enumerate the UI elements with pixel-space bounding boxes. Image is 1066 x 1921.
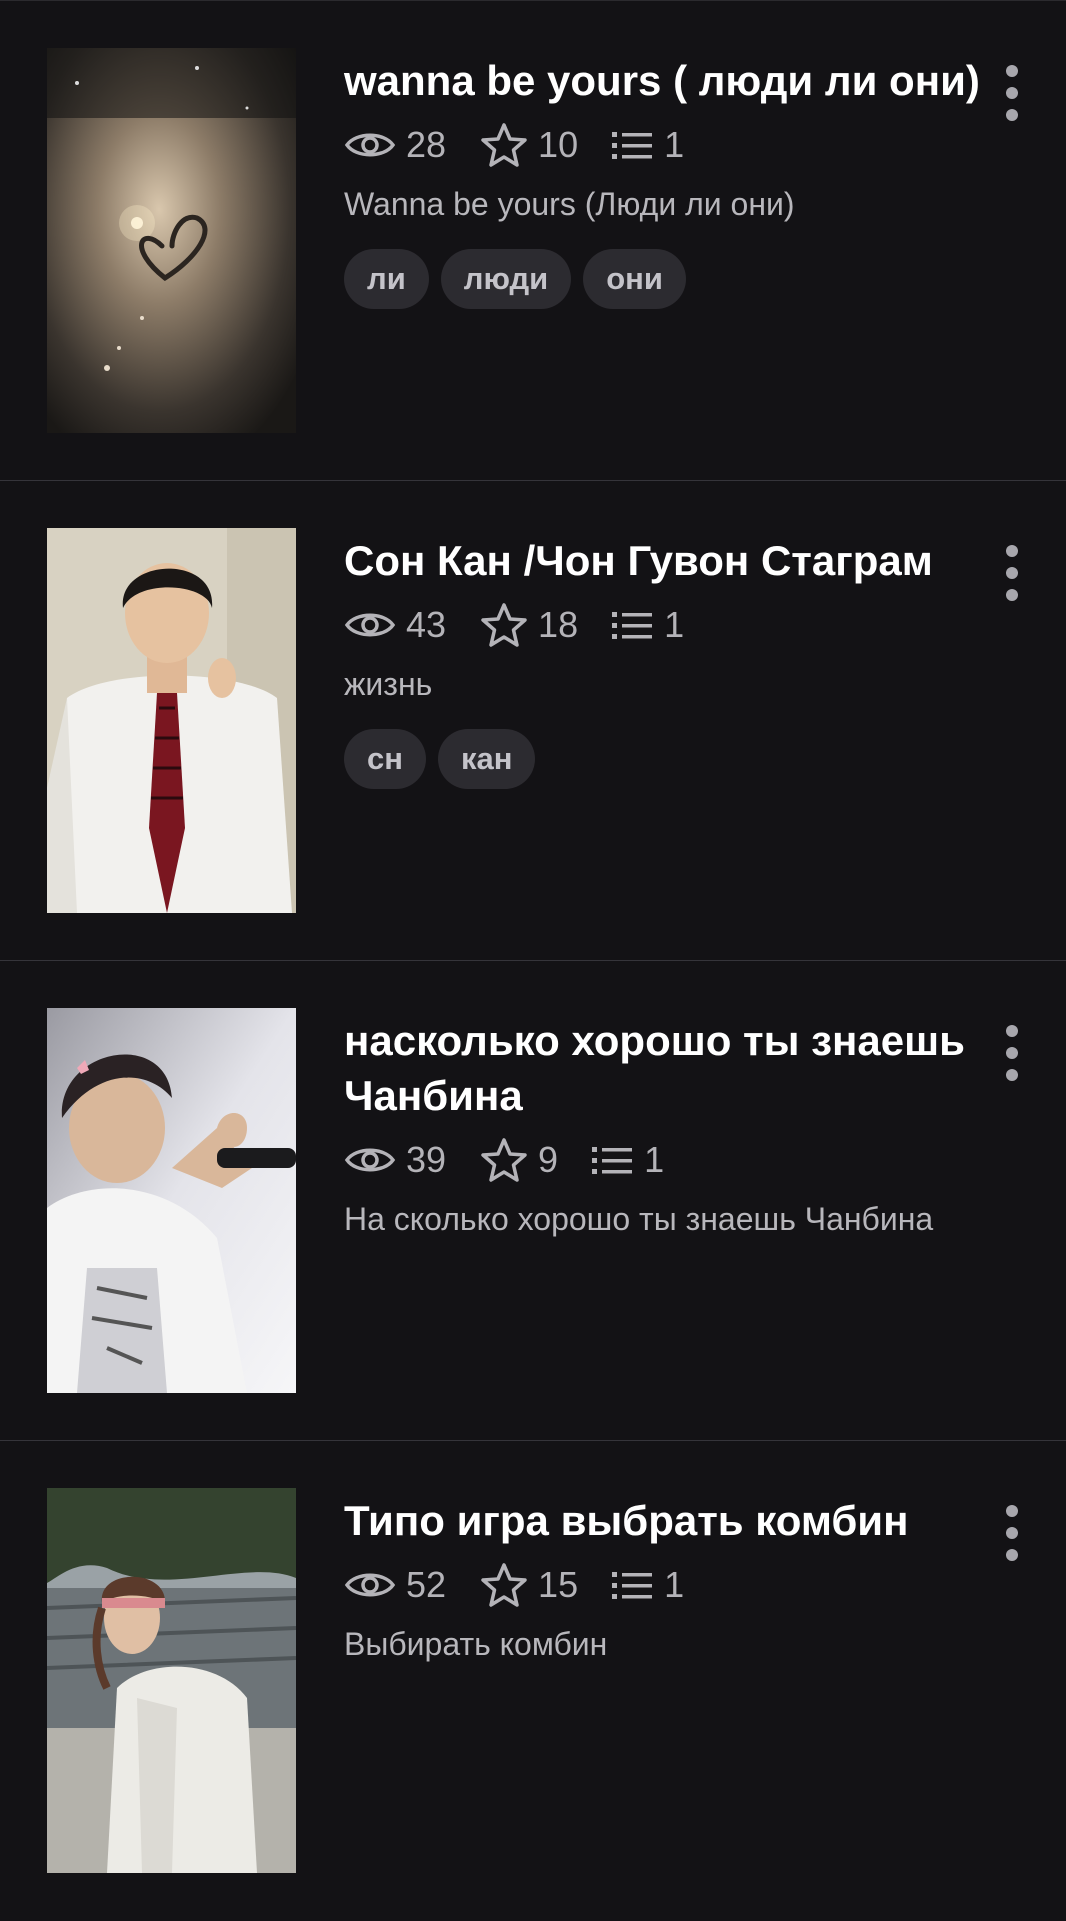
eye-icon xyxy=(344,613,396,637)
votes-stat: 18 xyxy=(480,602,578,648)
eye-icon xyxy=(344,133,396,157)
story-cover-image[interactable] xyxy=(47,528,296,913)
story-card[interactable]: wanna be yours ( люди ли они) 28 10 1 Wa… xyxy=(0,1,1066,481)
parts-stat: 1 xyxy=(612,1564,684,1606)
story-stats: 52 15 1 xyxy=(344,1558,984,1612)
story-card[interactable]: Сон Кан /Чон Гувон Стаграм 43 18 1 жизнь… xyxy=(0,481,1066,961)
tag-chip[interactable]: люди xyxy=(440,249,572,309)
story-card[interactable]: насколько хорошо ты знаешь Чанбина 39 9 xyxy=(0,961,1066,1441)
story-tags: ли люди они xyxy=(344,249,984,309)
votes-stat: 9 xyxy=(480,1137,558,1183)
more-vertical-icon-dot xyxy=(1006,109,1018,121)
person-white-jacket-outdoor-image xyxy=(47,1488,296,1873)
parts-count: 1 xyxy=(664,124,685,165)
views-stat: 52 xyxy=(344,1564,446,1606)
foggy-window-heart-image xyxy=(47,48,296,433)
eye-icon xyxy=(344,1148,396,1172)
story-tags: сн кан xyxy=(344,729,984,789)
votes-count: 15 xyxy=(538,1564,579,1605)
more-vertical-icon xyxy=(1006,1505,1018,1517)
views-stat: 28 xyxy=(344,124,446,166)
more-options-button[interactable] xyxy=(996,65,1028,121)
story-title[interactable]: насколько хорошо ты знаешь Чанбина xyxy=(344,1013,984,1123)
more-vertical-icon-dot xyxy=(1006,87,1018,99)
more-vertical-icon-dot xyxy=(1006,1047,1018,1059)
story-card[interactable]: Типо игра выбрать комбин 52 15 1 Выбират… xyxy=(0,1441,1066,1921)
tag-chip[interactable]: сн xyxy=(344,729,426,789)
story-stats: 43 18 1 xyxy=(344,598,984,652)
more-vertical-icon-dot xyxy=(1006,1549,1018,1561)
tag-chip[interactable]: они xyxy=(583,249,686,309)
views-count: 39 xyxy=(406,1139,447,1180)
story-title[interactable]: Типо игра выбрать комбин xyxy=(344,1493,984,1548)
parts-stat: 1 xyxy=(612,124,684,166)
story-info: wanna be yours ( люди ли они) 28 10 1 Wa… xyxy=(344,53,984,309)
tag-chip[interactable]: ли xyxy=(344,249,429,309)
more-vertical-icon xyxy=(1006,545,1018,557)
parts-count: 1 xyxy=(664,1564,685,1605)
story-description: Wanna be yours (Люди ли они) xyxy=(344,186,795,222)
story-info: насколько хорошо ты знаешь Чанбина 39 9 xyxy=(344,1013,984,1241)
story-list: wanna be yours ( люди ли они) 28 10 1 Wa… xyxy=(0,0,1066,1920)
views-stat: 43 xyxy=(344,604,446,646)
list-icon xyxy=(592,1147,633,1174)
votes-count: 9 xyxy=(538,1139,559,1180)
votes-count: 18 xyxy=(538,604,579,645)
more-options-button[interactable] xyxy=(996,545,1028,601)
parts-stat: 1 xyxy=(612,604,684,646)
more-vertical-icon-dot xyxy=(1006,1527,1018,1539)
star-icon xyxy=(481,1138,527,1182)
story-title[interactable]: Сон Кан /Чон Гувон Стаграм xyxy=(344,533,984,588)
list-icon xyxy=(612,612,653,639)
parts-stat: 1 xyxy=(592,1139,664,1181)
story-cover-image[interactable] xyxy=(47,48,296,433)
star-icon xyxy=(481,123,527,167)
story-cover-image[interactable] xyxy=(47,1488,296,1873)
story-description: Выбирать комбин xyxy=(344,1626,608,1662)
tag-chip[interactable]: кан xyxy=(437,729,536,789)
parts-count: 1 xyxy=(664,604,685,645)
views-count: 43 xyxy=(406,604,447,645)
story-info: Типо игра выбрать комбин 52 15 1 Выбират… xyxy=(344,1493,984,1666)
parts-count: 1 xyxy=(644,1139,665,1180)
performer-heart-hands-image xyxy=(47,1008,296,1393)
more-options-button[interactable] xyxy=(996,1025,1028,1081)
star-icon xyxy=(481,1563,527,1607)
views-count: 28 xyxy=(406,124,447,165)
votes-count: 10 xyxy=(538,124,579,165)
votes-stat: 10 xyxy=(480,122,578,168)
views-count: 52 xyxy=(406,1564,447,1605)
list-icon xyxy=(612,132,653,159)
more-vertical-icon xyxy=(1006,65,1018,77)
story-description: На сколько хорошо ты знаешь Чанбина xyxy=(344,1201,934,1237)
eye-icon xyxy=(344,1573,396,1597)
more-vertical-icon xyxy=(1006,1025,1018,1037)
star-icon xyxy=(481,603,527,647)
story-cover-image[interactable] xyxy=(47,1008,296,1393)
story-info: Сон Кан /Чон Гувон Стаграм 43 18 1 жизнь… xyxy=(344,533,984,789)
more-vertical-icon-dot xyxy=(1006,567,1018,579)
story-title[interactable]: wanna be yours ( люди ли они) xyxy=(344,53,984,108)
person-white-shirt-tie-image xyxy=(47,528,296,913)
story-stats: 39 9 1 xyxy=(344,1133,984,1187)
views-stat: 39 xyxy=(344,1139,446,1181)
list-icon xyxy=(612,1572,653,1599)
votes-stat: 15 xyxy=(480,1562,578,1608)
more-vertical-icon-dot xyxy=(1006,1069,1018,1081)
story-stats: 28 10 1 xyxy=(344,118,984,172)
story-description: жизнь xyxy=(344,666,433,702)
more-options-button[interactable] xyxy=(996,1505,1028,1561)
more-vertical-icon-dot xyxy=(1006,589,1018,601)
